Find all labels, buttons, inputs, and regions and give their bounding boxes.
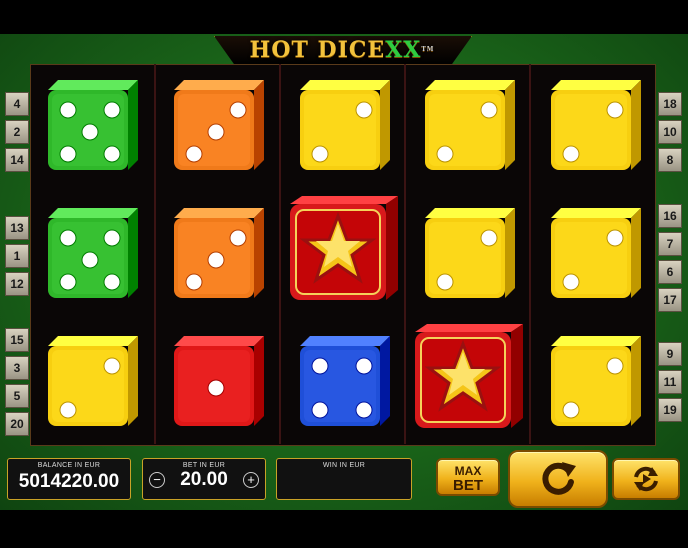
bet-increase-button[interactable]: + [242, 472, 259, 488]
autoplay-icon [634, 466, 658, 492]
payline-number[interactable]: 4 [5, 92, 29, 116]
payline-number[interactable]: 13 [5, 216, 29, 240]
bet-panel: BET IN EUR − 20.00 + [142, 458, 266, 500]
green-die [44, 78, 140, 174]
payline-number[interactable]: 19 [658, 398, 682, 422]
reel-separator [404, 64, 406, 444]
payline-number[interactable]: 20 [5, 412, 29, 436]
game-title: HOT DICEXXTM [249, 37, 435, 63]
win-label: WIN IN EUR [322, 462, 366, 469]
payline-number[interactable]: 17 [658, 288, 682, 312]
payline-group-right-mid: 16 7 6 17 [658, 204, 682, 316]
max-bet-label-2: BET [453, 477, 483, 494]
bet-label: BET IN EUR [182, 462, 226, 469]
yellow-die [547, 78, 643, 174]
payline-number[interactable]: 1 [5, 244, 29, 268]
balance-value: 5014220.00 [18, 471, 120, 492]
red-die [170, 334, 266, 430]
payline-group-left-mid: 13 1 12 [5, 216, 29, 300]
payline-number[interactable]: 15 [5, 328, 29, 352]
reel-separator [529, 64, 531, 444]
green-die [44, 206, 140, 302]
payline-group-left-bot: 15 3 5 20 [5, 328, 29, 440]
win-panel: WIN IN EUR [276, 458, 412, 500]
yellow-die [421, 78, 517, 174]
payline-number[interactable]: 11 [658, 370, 682, 394]
payline-number[interactable]: 18 [658, 92, 682, 116]
autoplay-button[interactable] [612, 458, 680, 500]
payline-number[interactable]: 3 [5, 356, 29, 380]
payline-group-right-top: 18 10 8 [658, 92, 682, 176]
balance-panel: BALANCE IN EUR 5014220.00 [7, 458, 131, 500]
blue-die [296, 334, 392, 430]
payline-number[interactable]: 5 [5, 384, 29, 408]
payline-number[interactable]: 7 [658, 232, 682, 256]
spin-arrow-icon [542, 462, 576, 495]
payline-number[interactable]: 9 [658, 342, 682, 366]
payline-group-right-bot: 9 11 19 [658, 342, 682, 426]
payline-number[interactable]: 16 [658, 204, 682, 228]
yellow-die [547, 206, 643, 302]
yellow-die [547, 334, 643, 430]
reel-separator [279, 64, 281, 444]
orange-die [170, 78, 266, 174]
orange-die [170, 206, 266, 302]
yellow-die [44, 334, 140, 430]
star-scatter-die [411, 322, 527, 438]
payline-group-left-top: 4 2 14 [5, 92, 29, 176]
payline-number[interactable]: 8 [658, 148, 682, 172]
payline-number[interactable]: 6 [658, 260, 682, 284]
yellow-die [296, 78, 392, 174]
max-bet-button[interactable]: MAX BET [436, 458, 500, 496]
reel-separator [154, 64, 156, 444]
payline-number[interactable]: 2 [5, 120, 29, 144]
payline-number[interactable]: 10 [658, 120, 682, 144]
balance-label: BALANCE IN EUR [37, 462, 101, 469]
payline-number[interactable]: 14 [5, 148, 29, 172]
bet-decrease-button[interactable]: − [149, 472, 165, 488]
payline-number[interactable]: 12 [5, 272, 29, 296]
yellow-die [421, 206, 517, 302]
bet-value: 20.00 [180, 469, 228, 490]
spin-button[interactable] [508, 450, 608, 508]
star-scatter-die [286, 194, 402, 310]
